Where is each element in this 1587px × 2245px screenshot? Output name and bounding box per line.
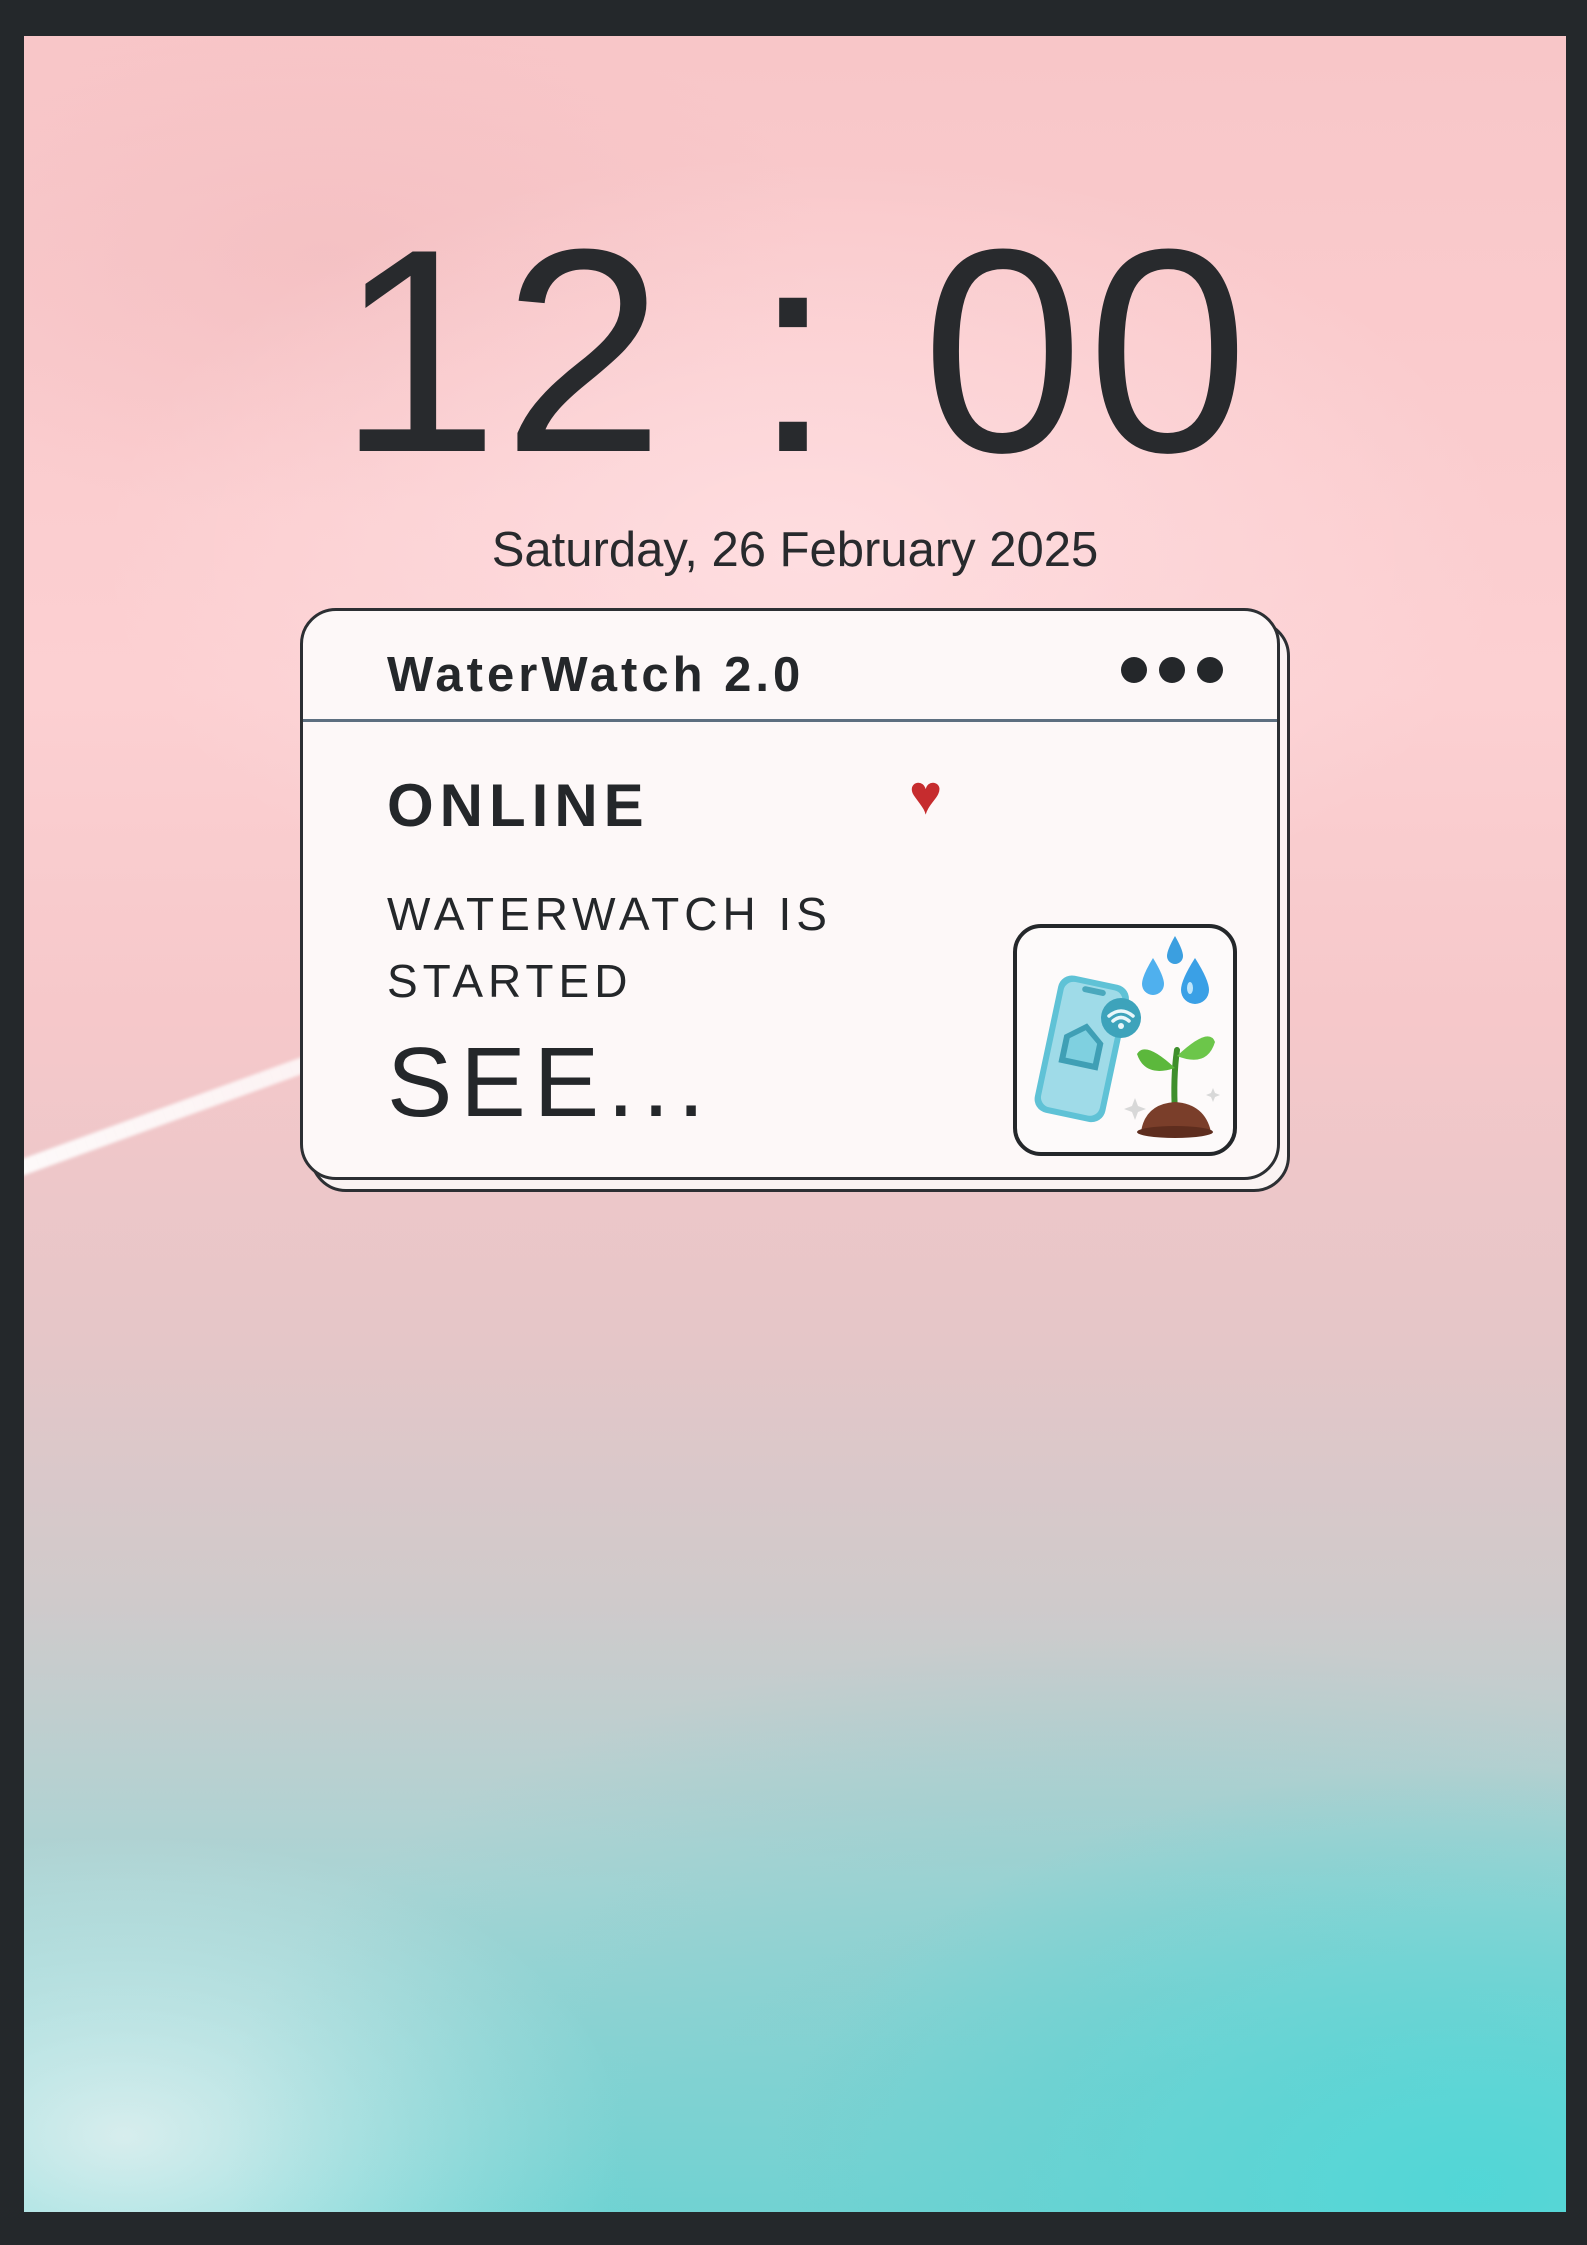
notification-message: WATERWATCH IS STARTED — [387, 888, 832, 1007]
clock-date: Saturday, 26 February 2025 — [491, 523, 1099, 577]
menu-dot — [1159, 657, 1185, 683]
heart-icon: ♥ — [909, 763, 943, 826]
notification-header: WaterWatch 2.0 — [303, 611, 1277, 722]
notification-card[interactable]: WaterWatch 2.0 ONLINE ♥ WATERWATCH IS ST… — [300, 608, 1280, 1180]
menu-dot — [1197, 657, 1223, 683]
more-dots-icon[interactable] — [1121, 657, 1223, 683]
see-more-link[interactable]: SEE... — [387, 1033, 713, 1131]
phone-water-plant-icon[interactable] — [1013, 924, 1237, 1156]
notification-status: ONLINE — [387, 772, 650, 839]
clock-time: 12 : 00 — [337, 189, 1253, 513]
notification-app-name: WaterWatch 2.0 — [387, 648, 805, 702]
menu-dot — [1121, 657, 1147, 683]
